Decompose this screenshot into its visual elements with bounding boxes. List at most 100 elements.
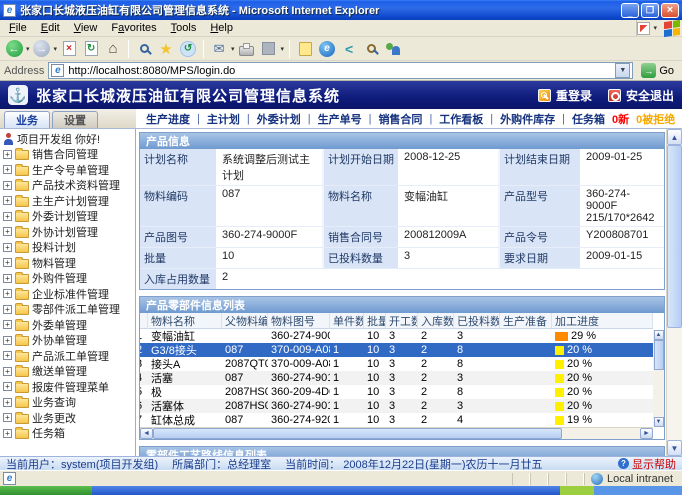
scroll-left-icon[interactable]: ◄ <box>140 428 153 439</box>
sidebar-item-1[interactable]: +生产令号单管理 <box>0 162 135 178</box>
search-icon[interactable] <box>134 39 154 59</box>
column-header[interactable]: 入库数 <box>418 313 454 329</box>
sidebar-item-6[interactable]: +投料计划 <box>0 240 135 256</box>
sidebar-item-14[interactable]: +缴送单管理 <box>0 364 135 380</box>
back-dropdown-icon[interactable]: ▾ <box>26 45 30 53</box>
mail-icon[interactable]: ✉ <box>209 39 229 59</box>
expand-icon[interactable]: + <box>3 336 12 345</box>
edit-dropdown-icon[interactable]: ▾ <box>281 45 285 53</box>
sidebar-item-15[interactable]: +报废件管理菜单 <box>0 379 135 395</box>
forward-icon[interactable]: → <box>32 39 52 59</box>
close-button[interactable]: × <box>661 3 679 18</box>
table-row[interactable]: 4活塞087360-274-9010F11032320 % <box>140 371 653 385</box>
start-button[interactable] <box>0 486 92 495</box>
column-header[interactable]: 生产准备 <box>500 313 552 329</box>
table-row[interactable]: 6活塞体2087HS002360-274-9011W11032320 % <box>140 399 653 413</box>
expand-icon[interactable]: + <box>3 165 12 174</box>
column-header[interactable]: 加工进度 <box>552 313 653 329</box>
column-header[interactable]: 批量 <box>364 313 386 329</box>
refresh-icon[interactable]: ↻ <box>81 39 101 59</box>
table-row[interactable]: 3接头A2087QT002370-009-A085011032820 % <box>140 357 653 371</box>
expand-icon[interactable]: + <box>3 320 12 329</box>
note-icon[interactable] <box>295 39 315 59</box>
scroll-thumb[interactable] <box>667 145 682 328</box>
sidebar-item-13[interactable]: +产品派工单管理 <box>0 348 135 364</box>
expand-icon[interactable]: + <box>3 367 12 376</box>
menu-file[interactable]: File <box>2 21 34 35</box>
menu-edit[interactable]: Edit <box>34 21 67 35</box>
sidebar-item-9[interactable]: +企业标准件管理 <box>0 286 135 302</box>
history-icon[interactable]: ↺ <box>178 39 198 59</box>
table-row[interactable]: 2G3/8接头087370-009-A084011032820 % <box>140 343 653 357</box>
expand-icon[interactable]: + <box>3 196 12 205</box>
minimize-button[interactable]: _ <box>621 3 639 18</box>
address-dropdown-icon[interactable]: ▼ <box>615 63 630 78</box>
address-input[interactable]: e http://localhost:8080/MPS/login.do ▼ <box>48 62 633 79</box>
expand-icon[interactable]: + <box>3 382 12 391</box>
scroll-down-icon[interactable]: ▼ <box>667 440 682 456</box>
scroll-thumb[interactable] <box>153 428 562 439</box>
back-icon[interactable]: ← <box>4 39 24 59</box>
column-header[interactable]: 已投料数 <box>454 313 500 329</box>
column-header[interactable] <box>140 313 148 329</box>
relogin-button[interactable]: 重登录 <box>538 87 592 104</box>
column-header[interactable]: 父物料编码 <box>222 313 268 329</box>
sidebar-item-4[interactable]: +外委计划管理 <box>0 209 135 225</box>
sidebar-item-2[interactable]: +产品技术资料管理 <box>0 178 135 194</box>
nav-item-3[interactable]: 生产单号 <box>318 111 362 127</box>
table-row[interactable]: 5极2087HS002360-209-4D01011032820 % <box>140 385 653 399</box>
parts-vertical-scrollbar[interactable]: ▲ ▼ <box>653 330 664 427</box>
scroll-up-icon[interactable]: ▲ <box>654 330 664 340</box>
show-help-link[interactable]: ? 显示帮助 <box>618 456 676 470</box>
addon-icon[interactable] <box>637 22 650 35</box>
scroll-right-icon[interactable]: ► <box>640 428 653 439</box>
expand-icon[interactable]: + <box>3 398 12 407</box>
expand-icon[interactable]: + <box>3 429 12 438</box>
menu-tools[interactable]: Tools <box>164 21 204 35</box>
expand-icon[interactable]: + <box>3 212 12 221</box>
column-header[interactable]: 开工数 <box>386 313 418 329</box>
nav-item-1[interactable]: 主计划 <box>207 111 240 127</box>
sidebar-item-11[interactable]: +外委单管理 <box>0 317 135 333</box>
expand-icon[interactable]: + <box>3 258 12 267</box>
sidebar-item-16[interactable]: +业务查询 <box>0 395 135 411</box>
expand-icon[interactable]: + <box>3 413 12 422</box>
table-row[interactable]: 7缸体总成087360-274-9200F11032419 % <box>140 413 653 427</box>
expand-icon[interactable]: + <box>3 150 12 159</box>
column-header[interactable]: 单件数量 <box>330 313 364 329</box>
sidebar-item-17[interactable]: +业务更改 <box>0 410 135 426</box>
addon-dropdown-icon[interactable]: ▾ <box>653 24 657 32</box>
messenger-icon[interactable]: < <box>339 39 359 59</box>
sidebar-item-7[interactable]: +物料管理 <box>0 255 135 271</box>
sidebar-item-18[interactable]: +任务箱 <box>0 426 135 442</box>
expand-icon[interactable]: + <box>3 243 12 252</box>
internet-globe-icon[interactable]: e <box>317 39 337 59</box>
menu-view[interactable]: View <box>67 21 105 35</box>
forward-dropdown-icon[interactable]: ▾ <box>54 45 58 53</box>
mail-dropdown-icon[interactable]: ▾ <box>231 45 235 53</box>
parts-horizontal-scrollbar[interactable]: ◄ ► <box>140 427 653 439</box>
stop-icon[interactable]: × <box>59 39 79 59</box>
sidebar-item-5[interactable]: +外协计划管理 <box>0 224 135 240</box>
sidebar-item-10[interactable]: +零部件派工单管理 <box>0 302 135 318</box>
sidebar-item-3[interactable]: +主生产计划管理 <box>0 193 135 209</box>
scroll-down-icon[interactable]: ▼ <box>654 417 664 427</box>
sidebar-item-0[interactable]: +销售合同管理 <box>0 147 135 163</box>
favorites-icon[interactable]: ★ <box>156 39 176 59</box>
expand-icon[interactable]: + <box>3 351 12 360</box>
expand-icon[interactable]: + <box>3 274 12 283</box>
edit-icon[interactable] <box>259 39 279 59</box>
taskbar-tray[interactable] <box>594 486 682 495</box>
nav-item-6[interactable]: 外购件库存 <box>500 111 555 127</box>
menu-help[interactable]: Help <box>203 21 240 35</box>
taskbar-segment[interactable] <box>560 486 594 495</box>
logout-button[interactable]: 安全退出 <box>608 87 674 104</box>
expand-icon[interactable]: + <box>3 227 12 236</box>
tab-业务[interactable]: 业务 <box>4 111 50 128</box>
tab-设置[interactable]: 设置 <box>52 111 98 128</box>
main-vertical-scrollbar[interactable]: ▲ ▼ <box>666 129 682 456</box>
print-icon[interactable] <box>237 39 257 59</box>
scroll-up-icon[interactable]: ▲ <box>667 129 682 145</box>
expand-icon[interactable]: + <box>3 181 12 190</box>
windows-taskbar[interactable] <box>0 486 682 495</box>
